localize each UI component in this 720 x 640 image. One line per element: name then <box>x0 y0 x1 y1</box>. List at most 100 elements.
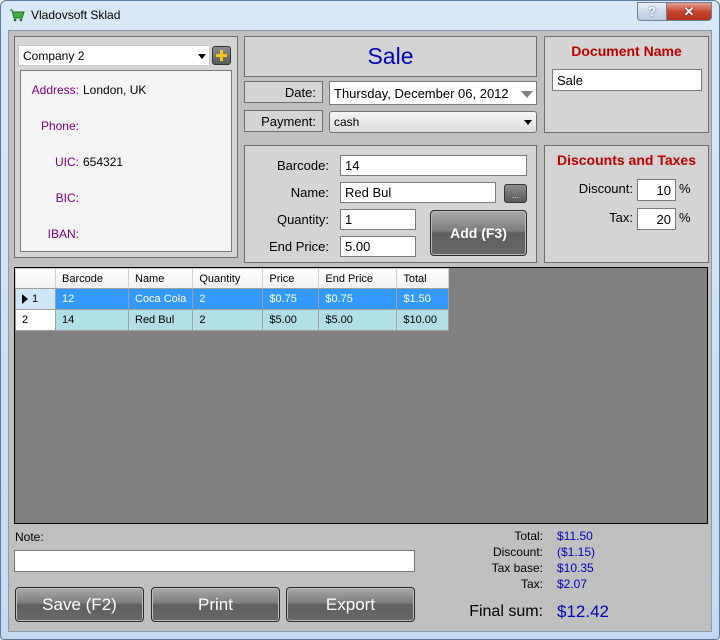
window-title: Vladovsoft Sklad <box>31 8 121 22</box>
column-header-barcode[interactable]: Barcode <box>55 268 129 289</box>
print-button[interactable]: Print <box>151 587 280 622</box>
note-label: Note: <box>15 530 44 544</box>
quantity-input[interactable]: 1 <box>340 209 416 230</box>
discounts-taxes-panel: Discounts and Taxes Discount: 10 % Tax: … <box>544 145 709 263</box>
column-header-total[interactable]: Total <box>396 268 450 289</box>
app-window: Vladovsoft Sklad ? ✕ Company 2 Address: … <box>0 0 720 640</box>
quantity-value: 1 <box>345 212 353 227</box>
tax-percent: % <box>679 210 691 225</box>
cell-total[interactable]: $1.50 <box>396 288 450 310</box>
payment-select[interactable]: cash <box>329 111 537 133</box>
note-input[interactable] <box>14 550 415 572</box>
save-label: Save (F2) <box>42 594 117 614</box>
discount-value: 10 <box>656 182 671 198</box>
tax-base-label: Tax base: <box>491 561 543 575</box>
total-label: Total: <box>514 529 543 543</box>
add-item-label: Add (F3) <box>450 225 507 241</box>
cell-total[interactable]: $10.00 <box>396 309 450 331</box>
cell-barcode[interactable]: 12 <box>55 288 129 310</box>
items-grid[interactable]: Barcode Name Quantity Price End Price To… <box>14 267 708 524</box>
address-value: London, UK <box>83 83 147 97</box>
print-label: Print <box>198 594 233 614</box>
export-button[interactable]: Export <box>286 587 415 622</box>
cell-name[interactable]: Coca Cola <box>127 288 194 310</box>
help-button[interactable]: ? <box>637 2 667 21</box>
table-row[interactable]: 1 12 Coca Cola 2 $0.75 $0.75 $1.50 <box>15 288 450 310</box>
phone-label: Phone: <box>40 119 79 133</box>
uic-label: UIC: <box>55 155 79 169</box>
grid-header-row: Barcode Name Quantity Price End Price To… <box>15 268 450 289</box>
end-price-input[interactable]: 5.00 <box>340 236 416 257</box>
discount-summary-label: Discount: <box>492 545 543 559</box>
company-panel: Company 2 Address: London, UK Phone: UIC… <box>14 36 238 258</box>
ellipsis-icon: ... <box>511 190 520 200</box>
final-sum-label: Final sum: <box>469 603 543 620</box>
tax-summary-label: Tax: <box>520 577 543 591</box>
quantity-label: Quantity: <box>276 212 329 227</box>
document-name-panel: Document Name Sale <box>544 36 709 133</box>
chevron-down-icon <box>198 54 206 59</box>
date-picker[interactable]: Thursday, December 06, 2012 <box>329 81 537 105</box>
cell-quantity[interactable]: 2 <box>192 288 264 310</box>
cell-barcode[interactable]: 14 <box>55 309 129 331</box>
discount-input[interactable]: 10 <box>637 179 676 201</box>
column-header-end-price[interactable]: End Price <box>318 268 398 289</box>
final-sum-value: $12.42 <box>557 602 609 621</box>
add-company-button[interactable] <box>212 46 231 65</box>
payment-label: Payment: <box>261 114 316 129</box>
column-header-name[interactable]: Name <box>127 268 194 289</box>
help-icon: ? <box>648 4 656 19</box>
discount-percent: % <box>679 181 691 196</box>
end-price-value: 5.00 <box>345 239 371 254</box>
row-header[interactable]: 2 <box>15 309 56 331</box>
cell-end-price[interactable]: $0.75 <box>318 288 398 310</box>
shopping-cart-icon <box>10 9 25 22</box>
cell-end-price[interactable]: $5.00 <box>318 309 398 331</box>
discounts-taxes-heading: Discounts and Taxes <box>556 152 696 168</box>
barcode-label: Barcode: <box>276 158 329 173</box>
document-name-input[interactable]: Sale <box>552 69 702 91</box>
date-label-box: Date: <box>244 81 323 103</box>
add-item-button[interactable]: Add (F3) <box>430 210 527 256</box>
cell-price[interactable]: $0.75 <box>262 288 320 310</box>
close-icon: ✕ <box>683 3 695 19</box>
tax-value: 20 <box>656 211 671 227</box>
document-type-panel: Sale <box>244 36 537 77</box>
cell-quantity[interactable]: 2 <box>192 309 264 331</box>
item-entry-panel: Barcode: 14 Name: Red Bul ... Quantity: … <box>244 145 537 263</box>
tax-label: Tax: <box>609 210 633 225</box>
date-label: Date: <box>284 85 316 100</box>
export-label: Export <box>325 594 376 614</box>
cell-name[interactable]: Red Bul <box>127 309 194 331</box>
items-table: Barcode Name Quantity Price End Price To… <box>15 268 450 331</box>
document-type-title: Sale <box>367 43 414 69</box>
name-input[interactable]: Red Bul <box>340 182 496 203</box>
company-select[interactable]: Company 2 <box>18 45 210 66</box>
row-header[interactable]: 1 <box>15 288 56 310</box>
close-button[interactable]: ✕ <box>666 2 712 21</box>
discount-summary-value: ($1.15) <box>557 545 596 559</box>
bic-label: BIC: <box>55 191 79 205</box>
tax-input[interactable]: 20 <box>637 208 676 230</box>
column-header-price[interactable]: Price <box>262 268 320 289</box>
table-row[interactable]: 2 14 Red Bul 2 $5.00 $5.00 $10.00 <box>15 309 450 331</box>
discount-label: Discount: <box>578 181 633 196</box>
document-name-value: Sale <box>557 72 584 88</box>
row-number: 1 <box>32 293 39 305</box>
uic-value: 654321 <box>83 155 124 169</box>
browse-items-button[interactable]: ... <box>504 184 527 203</box>
name-value: Red Bul <box>345 185 392 200</box>
calendar-dropdown-icon <box>521 91 533 98</box>
column-header-quantity[interactable]: Quantity <box>192 268 264 289</box>
tax-summary-value: $2.07 <box>557 577 588 591</box>
cell-price[interactable]: $5.00 <box>262 309 320 331</box>
tax-base-value: $10.35 <box>557 561 594 575</box>
payment-value: cash <box>334 115 360 129</box>
barcode-input[interactable]: 14 <box>340 155 527 176</box>
title-bar[interactable]: Vladovsoft Sklad ? ✕ <box>1 1 719 29</box>
save-button[interactable]: Save (F2) <box>15 587 144 622</box>
row-number: 2 <box>22 314 29 326</box>
name-label: Name: <box>290 185 329 200</box>
plus-icon <box>216 50 227 61</box>
client-area: Company 2 Address: London, UK Phone: UIC… <box>8 30 712 632</box>
